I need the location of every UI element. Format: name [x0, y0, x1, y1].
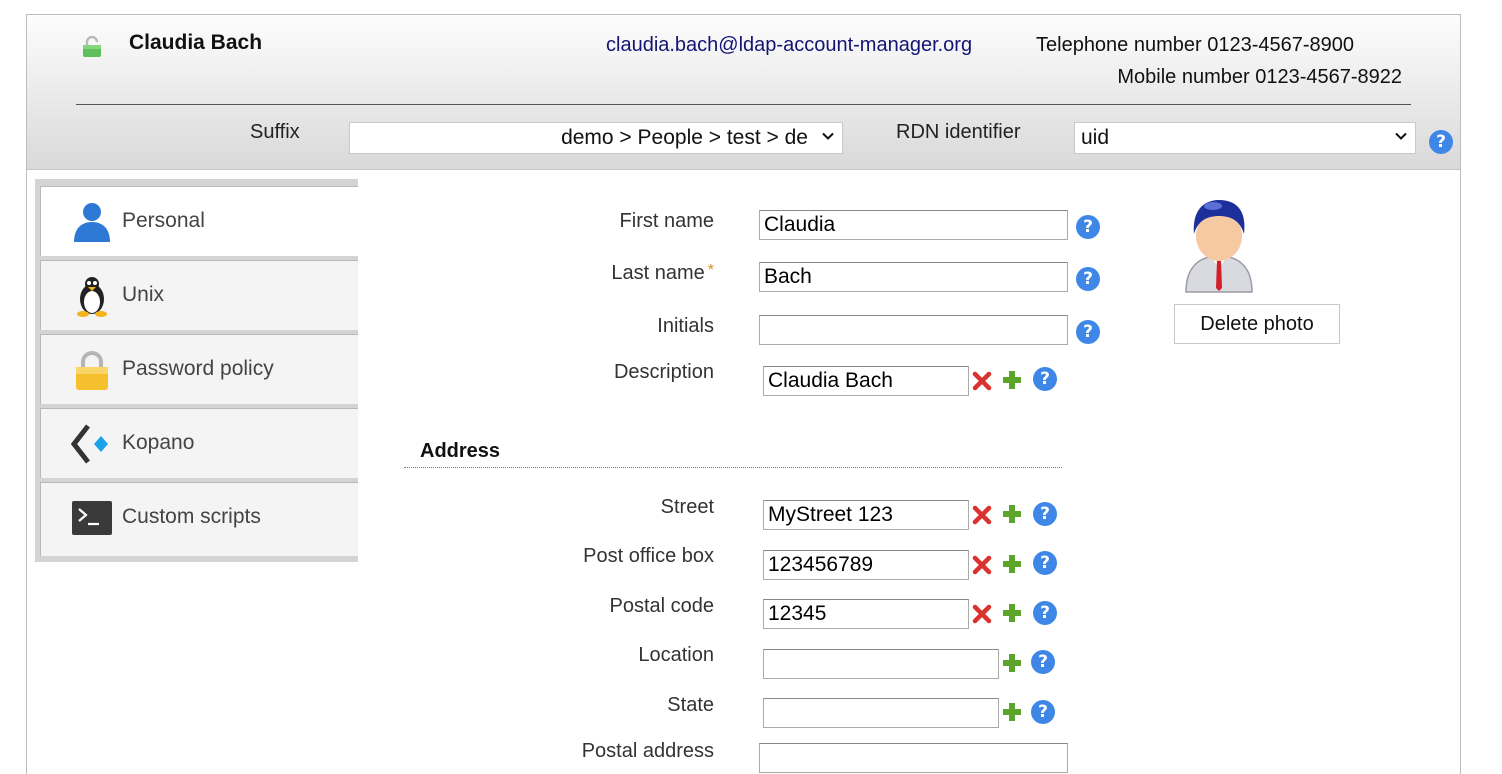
first-name-input[interactable] — [759, 210, 1068, 240]
sidebar-item-label: Password policy — [122, 357, 274, 380]
last-name-label: Last name * — [414, 262, 714, 285]
post-office-box-label: Post office box — [583, 545, 714, 567]
sidebar-item-label: Unix — [122, 283, 165, 306]
description-label: Description — [613, 361, 714, 383]
sidebar-item-unix[interactable]: Unix — [40, 260, 358, 330]
remove-icon[interactable] — [972, 371, 992, 391]
initials-input[interactable] — [759, 315, 1068, 345]
sidebar-item-kopano[interactable]: Kopano — [40, 408, 358, 478]
chevron-down-icon — [822, 132, 834, 140]
street-input[interactable] — [763, 500, 969, 530]
email-link[interactable]: claudia.bach@ldap-account-manager.org — [606, 34, 972, 57]
street-label: Street — [660, 496, 714, 518]
remove-icon[interactable] — [972, 555, 992, 575]
add-icon[interactable] — [1001, 652, 1023, 674]
add-icon[interactable] — [1001, 503, 1023, 525]
location-help-icon[interactable]: ? — [1031, 650, 1055, 674]
sidebar-item-custom-scripts[interactable]: Custom scripts — [40, 482, 358, 556]
initials-label: Initials — [657, 315, 714, 337]
state-help-icon[interactable]: ? — [1031, 700, 1055, 724]
post-office-box-help-icon[interactable]: ? — [1033, 551, 1057, 575]
post-office-box-input[interactable] — [763, 550, 969, 580]
mobile-number: Mobile number 0123-4567-8922 — [1117, 66, 1402, 88]
location-label: Location — [638, 644, 714, 666]
section-divider — [404, 467, 1062, 468]
suffix-value: demo > People > test > de — [561, 126, 808, 149]
terminal-icon — [72, 501, 112, 535]
state-label: State — [667, 694, 714, 716]
add-icon[interactable] — [1001, 602, 1023, 624]
add-icon[interactable] — [1001, 701, 1023, 723]
unlocked-icon — [83, 36, 101, 57]
postal-code-input[interactable] — [763, 599, 969, 629]
sidebar-item-personal[interactable]: Personal — [40, 186, 358, 256]
user-photo — [1185, 200, 1253, 293]
sidebar-item-password-policy[interactable]: Password policy — [40, 334, 358, 404]
delete-photo-button[interactable]: Delete photo — [1174, 304, 1340, 344]
rdn-select[interactable]: uid — [1074, 122, 1416, 154]
add-icon[interactable] — [1001, 369, 1023, 391]
penguin-icon — [77, 277, 107, 317]
postal-code-help-icon[interactable]: ? — [1033, 601, 1057, 625]
sidebar-item-label: Personal — [122, 209, 205, 232]
required-marker: * — [707, 262, 714, 279]
rdn-label: RDN identifier — [896, 121, 1021, 143]
first-name-help-icon[interactable]: ? — [1076, 215, 1100, 239]
suffix-select[interactable]: demo > People > test > de — [349, 122, 843, 154]
postal-address-input[interactable] — [759, 743, 1068, 773]
last-name-label-text: Last name — [611, 262, 705, 284]
rdn-value: uid — [1081, 126, 1110, 149]
lock-icon — [76, 351, 108, 390]
description-input[interactable] — [763, 366, 969, 396]
add-icon[interactable] — [1001, 553, 1023, 575]
remove-icon[interactable] — [972, 505, 992, 525]
street-help-icon[interactable]: ? — [1033, 502, 1057, 526]
chevron-down-icon — [1395, 132, 1407, 140]
location-input[interactable] — [763, 649, 999, 679]
user-name: Claudia Bach — [129, 31, 263, 54]
telephone-number: Telephone number 0123-4567-8900 — [1036, 34, 1355, 56]
remove-icon[interactable] — [972, 604, 992, 624]
suffix-label: Suffix — [250, 121, 300, 143]
sidebar-item-label: Kopano — [122, 431, 195, 454]
sidebar-item-label: Custom scripts — [122, 505, 261, 528]
last-name-input[interactable] — [759, 262, 1068, 292]
last-name-help-icon[interactable]: ? — [1076, 267, 1100, 291]
description-help-icon[interactable]: ? — [1033, 367, 1057, 391]
initials-help-icon[interactable]: ? — [1076, 320, 1100, 344]
address-section-title: Address — [420, 440, 501, 462]
rdn-help-icon[interactable]: ? — [1429, 130, 1453, 154]
postal-address-label: Postal address — [581, 740, 714, 762]
header-divider — [76, 104, 1411, 105]
first-name-label: First name — [619, 210, 714, 232]
module-sidebar: Personal Unix Password policy Kopano Cus… — [35, 179, 358, 562]
postal-code-label: Postal code — [609, 595, 714, 617]
kopano-icon — [71, 424, 108, 464]
state-input[interactable] — [763, 698, 999, 728]
person-icon — [74, 203, 110, 242]
